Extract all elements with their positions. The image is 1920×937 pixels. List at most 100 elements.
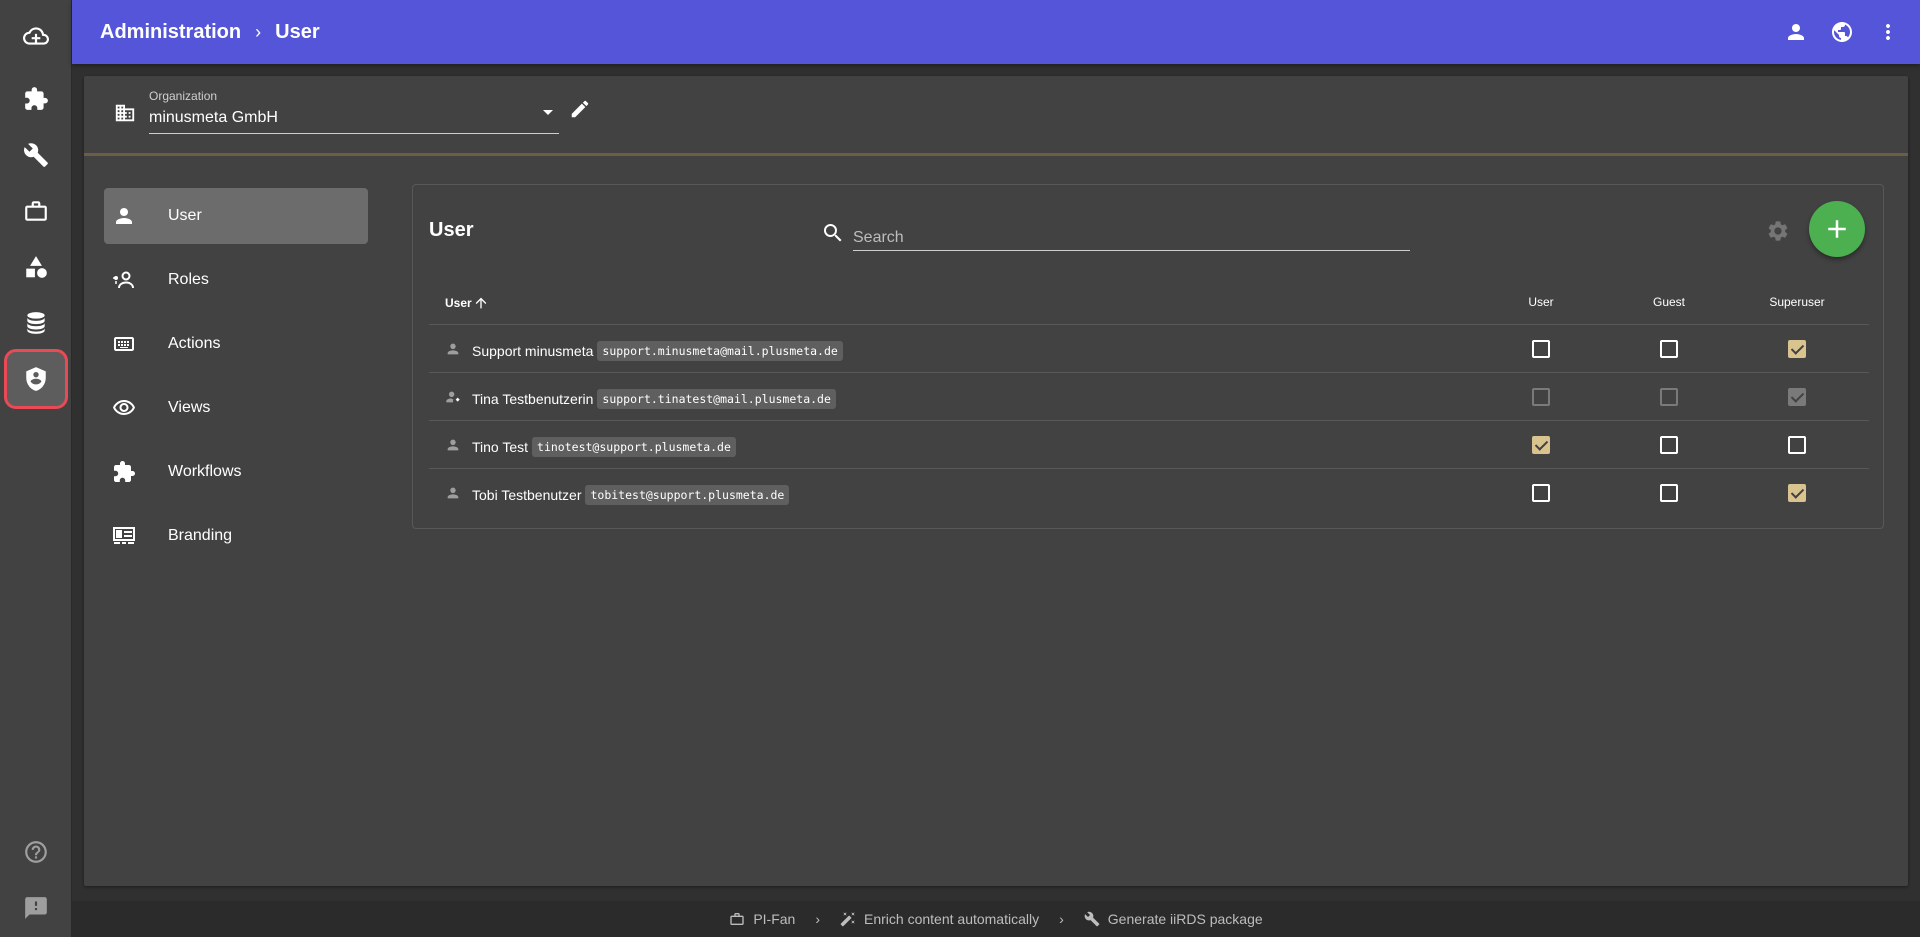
superuser-checkbox[interactable] bbox=[1788, 340, 1806, 358]
column-header-user-label: User bbox=[445, 296, 472, 310]
wrench-icon[interactable] bbox=[0, 127, 72, 183]
language-globe-icon[interactable] bbox=[1830, 20, 1854, 44]
breadcrumb: Administration › User bbox=[100, 21, 320, 44]
admin-subnav: User Roles Actions Views Workflows Brand… bbox=[104, 188, 368, 572]
briefcase-icon[interactable] bbox=[0, 183, 72, 239]
settings-gear-icon[interactable] bbox=[1766, 219, 1790, 248]
subnav-item-workflows[interactable]: Workflows bbox=[104, 444, 368, 500]
roles-icon bbox=[112, 268, 136, 292]
role-user-checkbox[interactable] bbox=[1532, 436, 1550, 454]
footer-label: Enrich content automatically bbox=[864, 911, 1040, 927]
left-rail bbox=[0, 0, 72, 937]
subnav-label: Branding bbox=[168, 527, 233, 544]
database-icon[interactable] bbox=[0, 295, 72, 351]
column-header-superuser: Superuser bbox=[1769, 295, 1825, 309]
footer-item-generate-iirds[interactable]: Generate iiRDS package bbox=[1084, 911, 1263, 927]
puzzle-icon[interactable] bbox=[0, 71, 72, 127]
table-row: Tino Test tinotest@support.plusmeta.de bbox=[429, 421, 1869, 469]
guest-checkbox[interactable] bbox=[1660, 340, 1678, 358]
user-name-cell: Tina Testbenutzerin support.tinatest@mai… bbox=[472, 389, 836, 409]
guest-checkbox[interactable] bbox=[1660, 436, 1678, 454]
plus-icon bbox=[1828, 220, 1846, 238]
subnav-item-views[interactable]: Views bbox=[104, 380, 368, 436]
user-email-chip: tinotest@support.plusmeta.de bbox=[532, 437, 736, 457]
shapes-icon[interactable] bbox=[0, 239, 72, 295]
main-panel: Organization minusmeta GmbH User Roles A… bbox=[84, 76, 1908, 886]
user-email-chip: support.minusmeta@mail.plusmeta.de bbox=[597, 341, 843, 361]
magic-wand-icon bbox=[840, 912, 855, 927]
table-row: Tobi Testbenutzer tobitest@support.plusm… bbox=[429, 469, 1869, 517]
subnav-label: Roles bbox=[168, 271, 209, 288]
user-name-cell: Support minusmeta support.minusmeta@mail… bbox=[472, 341, 843, 361]
footer-label: PI-Fan bbox=[753, 911, 796, 927]
footer-workflow-bar: PI-Fan › Enrich content automatically › … bbox=[72, 901, 1920, 937]
subnav-label: User bbox=[168, 207, 202, 224]
footer-item-pi-fan[interactable]: PI-Fan bbox=[729, 911, 795, 927]
organization-select[interactable]: Organization minusmeta GmbH bbox=[149, 82, 559, 134]
user-name-cell: Tobi Testbenutzer tobitest@support.plusm… bbox=[472, 485, 790, 505]
breadcrumb-separator: › bbox=[255, 21, 262, 42]
user-name: Tobi Testbenutzer bbox=[472, 487, 582, 503]
superuser-checkbox bbox=[1788, 388, 1806, 406]
table-header: User User Guest Superuser bbox=[429, 277, 1869, 325]
breadcrumb-administration[interactable]: Administration bbox=[100, 21, 241, 44]
table-row: Support minusmeta support.minusmeta@mail… bbox=[429, 325, 1869, 373]
table-row: Tina Testbenutzerin support.tinatest@mai… bbox=[429, 373, 1869, 421]
subnav-label: Views bbox=[168, 399, 211, 416]
superuser-checkbox[interactable] bbox=[1788, 484, 1806, 502]
column-header-role-user: User bbox=[1528, 295, 1554, 309]
user-email-chip: tobitest@support.plusmeta.de bbox=[585, 485, 790, 505]
person-shared-icon bbox=[445, 389, 461, 410]
keyboard-icon bbox=[112, 332, 136, 356]
subnav-item-roles[interactable]: Roles bbox=[104, 252, 368, 308]
building-icon bbox=[114, 102, 136, 129]
organization-value: minusmeta GmbH bbox=[149, 109, 278, 126]
footer-item-enrich[interactable]: Enrich content automatically bbox=[840, 911, 1039, 927]
person-icon bbox=[445, 485, 461, 506]
subnav-label: Actions bbox=[168, 335, 221, 352]
more-vert-icon[interactable] bbox=[1876, 20, 1900, 44]
subnav-item-user[interactable]: User bbox=[104, 188, 368, 244]
chevron-right-icon: › bbox=[1059, 911, 1064, 927]
guest-checkbox bbox=[1660, 388, 1678, 406]
user-name: Tino Test bbox=[472, 439, 529, 455]
subnav-label: Workflows bbox=[168, 463, 242, 480]
user-email-chip: support.tinatest@mail.plusmeta.de bbox=[597, 389, 836, 409]
account-icon[interactable] bbox=[1784, 20, 1808, 44]
superuser-checkbox[interactable] bbox=[1788, 436, 1806, 454]
person-icon bbox=[445, 437, 461, 458]
user-name: Support minusmeta bbox=[472, 343, 594, 359]
footer-label: Generate iiRDS package bbox=[1107, 911, 1263, 927]
role-user-checkbox[interactable] bbox=[1532, 340, 1550, 358]
dropdown-caret-icon[interactable] bbox=[543, 110, 553, 115]
column-header-guest: Guest bbox=[1652, 295, 1685, 309]
top-actions bbox=[1784, 0, 1900, 64]
column-header-user[interactable]: User bbox=[445, 295, 489, 311]
help-icon[interactable] bbox=[0, 824, 72, 880]
add-user-button[interactable] bbox=[1809, 201, 1865, 257]
subnav-item-actions[interactable]: Actions bbox=[104, 316, 368, 372]
cloud-add-icon[interactable] bbox=[0, 8, 72, 64]
breadcrumb-user: User bbox=[275, 20, 320, 43]
top-app-bar: Administration › User bbox=[72, 0, 1920, 64]
organization-label: Organization bbox=[149, 89, 218, 103]
eye-icon bbox=[112, 396, 136, 420]
card-title: User bbox=[429, 219, 474, 241]
edit-pencil-icon[interactable] bbox=[569, 98, 591, 125]
user-name-cell: Tino Test tinotest@support.plusmeta.de bbox=[472, 437, 736, 457]
person-icon bbox=[112, 204, 136, 228]
briefcase-icon bbox=[730, 913, 744, 925]
role-user-checkbox[interactable] bbox=[1532, 484, 1550, 502]
puzzle-icon bbox=[112, 460, 136, 484]
search-input[interactable] bbox=[853, 215, 1410, 251]
role-user-checkbox bbox=[1532, 388, 1550, 406]
feedback-icon[interactable] bbox=[0, 880, 72, 936]
user-card: User User User Guest Superuser Support m… bbox=[412, 184, 1884, 529]
user-name: Tina Testbenutzerin bbox=[472, 391, 594, 407]
branding-icon bbox=[112, 524, 136, 548]
wrench-icon bbox=[1084, 911, 1100, 927]
sort-arrow-up-icon bbox=[475, 297, 487, 309]
admin-shield-icon[interactable] bbox=[0, 347, 72, 411]
guest-checkbox[interactable] bbox=[1660, 484, 1678, 502]
subnav-item-branding[interactable]: Branding bbox=[104, 508, 368, 564]
